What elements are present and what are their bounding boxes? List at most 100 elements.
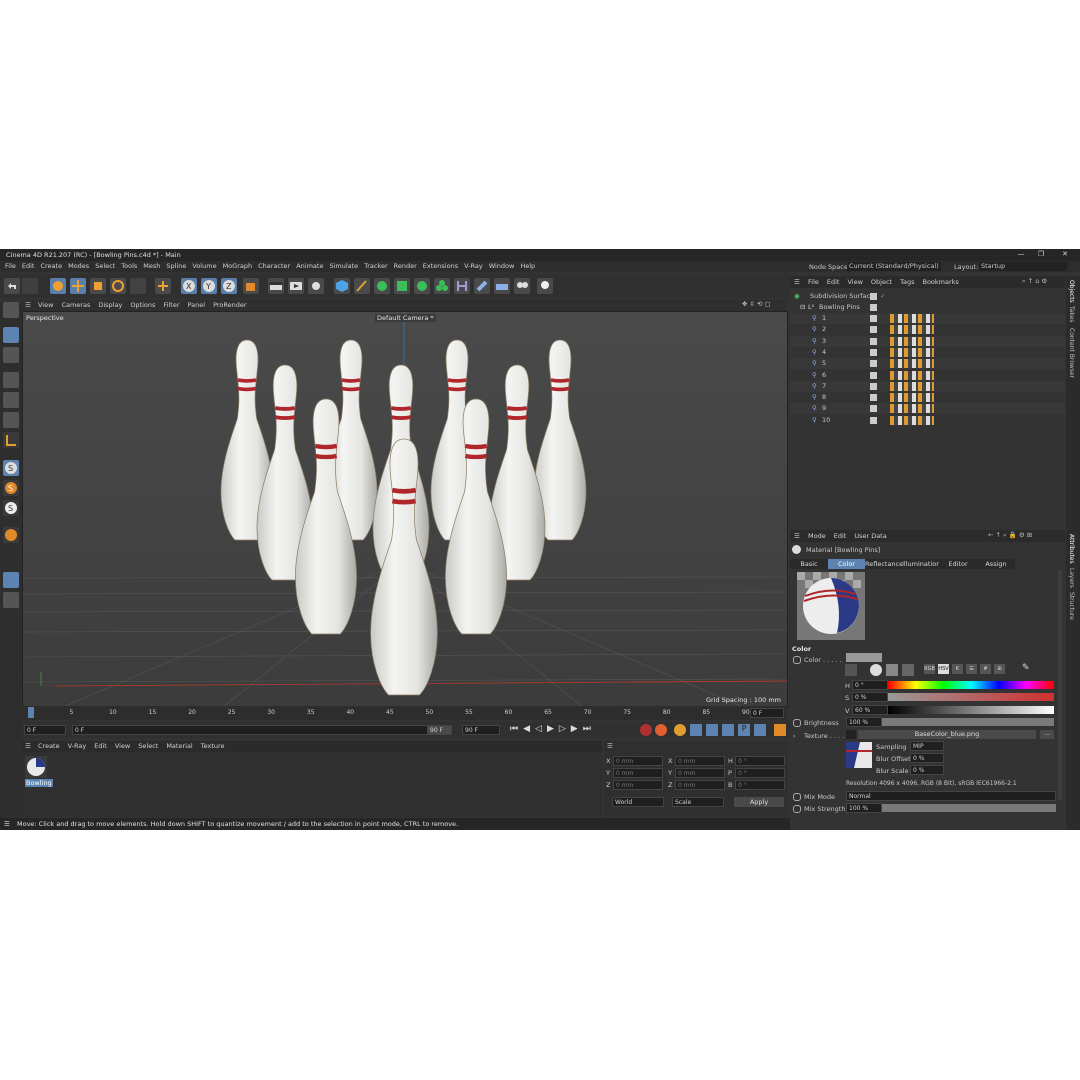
mix-strength-field[interactable]: 100 %: [846, 803, 882, 813]
viewport-menu-filter[interactable]: Filter: [159, 300, 183, 311]
close-button[interactable]: ✕: [1056, 250, 1074, 260]
menu-animate[interactable]: Animate: [293, 261, 326, 272]
keyframe-selection-icon[interactable]: [674, 724, 686, 736]
move-icon[interactable]: [70, 278, 86, 294]
z-axis-lock-icon[interactable]: Z: [221, 278, 237, 294]
workplane-icon[interactable]: [3, 572, 19, 588]
material-tags[interactable]: [890, 359, 934, 369]
object-row-pin[interactable]: ⚲ 4: [790, 347, 1065, 358]
coord-value-field[interactable]: 0 mm: [613, 768, 663, 778]
y-axis-lock-icon[interactable]: Y: [201, 278, 217, 294]
coord-value-field[interactable]: 0 mm: [675, 768, 725, 778]
bowling-pins-group[interactable]: [220, 339, 587, 696]
color-mode-button[interactable]: RGB: [924, 664, 935, 674]
s-field[interactable]: 0 %: [852, 692, 888, 702]
material-menu-view[interactable]: View: [111, 741, 134, 752]
key-position-icon[interactable]: [690, 724, 702, 736]
enabled-check-icon[interactable]: ✓: [880, 291, 885, 302]
om-menu-icon[interactable]: ☰: [794, 278, 800, 286]
coord-size-select[interactable]: Scale: [672, 797, 724, 807]
redo-button[interactable]: [22, 278, 38, 294]
end-frame-field[interactable]: 90 F: [462, 725, 500, 735]
coord-value-field[interactable]: 0 °: [735, 768, 785, 778]
material-tags[interactable]: [890, 325, 934, 335]
material-menu-v-ray[interactable]: V-Ray: [64, 741, 91, 752]
coord-value-field[interactable]: 0 mm: [613, 780, 663, 790]
texture-file-button[interactable]: BaseColor_blue.png: [858, 730, 1036, 739]
coord-value-field[interactable]: 0 °: [735, 780, 785, 790]
tab-reflectance[interactable]: Reflectance: [865, 559, 903, 569]
attributes-scrollbar[interactable]: [1058, 570, 1062, 800]
brightness-animate-dot[interactable]: [793, 719, 801, 727]
color-animate-dot[interactable]: [793, 656, 801, 664]
color-mode-button[interactable]: #: [980, 664, 991, 674]
tab-illumination[interactable]: Illumination: [902, 559, 940, 569]
blur-scale-field[interactable]: 0 %: [910, 765, 944, 775]
visibility-toggle[interactable]: [870, 405, 877, 413]
key-scale-icon[interactable]: [706, 724, 718, 736]
camera-label[interactable]: Default Camera *: [375, 314, 436, 322]
color-mode-button[interactable]: K: [952, 664, 963, 674]
viewport-navigation-icons[interactable]: ✥ ⇳ ⟲ ▢: [742, 300, 771, 308]
timeline-window-icon[interactable]: [774, 724, 786, 736]
render-picture-viewer-icon[interactable]: [288, 278, 304, 294]
tab-assign[interactable]: Assign: [977, 559, 1015, 569]
visibility-toggle[interactable]: [870, 394, 877, 402]
key-rotation-icon[interactable]: [722, 724, 734, 736]
material-name[interactable]: Bowling: [25, 779, 53, 787]
locked-workplane-icon[interactable]: [3, 592, 19, 608]
visibility-toggle[interactable]: [870, 416, 877, 424]
om-search-icon[interactable]: ⌕ ↑ ⌂ ⚙: [1022, 277, 1047, 286]
visibility-toggle[interactable]: [870, 304, 877, 311]
visibility-toggle[interactable]: [870, 348, 877, 356]
material-menu-material[interactable]: Material: [162, 741, 196, 752]
key-pla-icon[interactable]: [754, 724, 766, 736]
material-tags[interactable]: [890, 347, 934, 357]
expand-icon[interactable]: ⊟: [800, 302, 805, 313]
om-menu-edit[interactable]: Edit: [823, 277, 844, 288]
object-row-pin[interactable]: ⚲ 8: [790, 392, 1065, 403]
camera-icon[interactable]: [514, 278, 530, 294]
floor-icon[interactable]: [494, 278, 510, 294]
coord-value-field[interactable]: 0 mm: [675, 780, 725, 790]
snap-icon[interactable]: S: [3, 460, 19, 476]
material-menu-icon[interactable]: ☰: [25, 742, 31, 750]
menu-file[interactable]: File: [2, 261, 19, 272]
menu-character[interactable]: Character: [255, 261, 293, 272]
h-slider[interactable]: [888, 681, 1054, 689]
om-menu-object[interactable]: Object: [867, 277, 896, 288]
color-spectrum-icon[interactable]: [870, 664, 882, 676]
rotate-icon[interactable]: [110, 278, 126, 294]
generator-icon[interactable]: [394, 278, 410, 294]
start-frame-field[interactable]: 0 F: [24, 725, 66, 735]
object-row-pin[interactable]: ⚲ 7: [790, 380, 1065, 392]
playhead-marker[interactable]: [28, 707, 34, 718]
coordinate-system-icon[interactable]: [243, 278, 259, 294]
texture-expand-icon[interactable]: ›: [793, 732, 796, 740]
material-thumbnail[interactable]: [25, 756, 47, 778]
object-row-pin[interactable]: ⚲ 5: [790, 358, 1065, 370]
menu-modes[interactable]: Modes: [65, 261, 92, 272]
cube-icon[interactable]: [334, 278, 350, 294]
current-frame-field[interactable]: 0 F: [750, 708, 784, 718]
menu-help[interactable]: Help: [517, 261, 538, 272]
tab-attributes[interactable]: Attributes: [1068, 534, 1075, 564]
om-menu-file[interactable]: File: [804, 277, 823, 288]
pen-spline-icon[interactable]: [354, 278, 370, 294]
visibility-toggle[interactable]: [870, 382, 877, 390]
tab-color[interactable]: Color: [828, 559, 865, 569]
color-mode-button[interactable]: ☰: [966, 664, 977, 674]
points-mode-icon[interactable]: [3, 372, 19, 388]
menu-select[interactable]: Select: [92, 261, 118, 272]
polygons-mode-icon[interactable]: [3, 412, 19, 428]
coord-value-field[interactable]: 0 °: [735, 756, 785, 766]
viewport-menu-icon[interactable]: ☰: [25, 301, 31, 309]
material-menu-create[interactable]: Create: [34, 741, 64, 752]
visibility-toggle[interactable]: [870, 360, 877, 368]
material-tags[interactable]: [890, 314, 934, 323]
om-menu-tags[interactable]: Tags: [896, 277, 918, 288]
material-tags[interactable]: [890, 393, 934, 403]
menu-v-ray[interactable]: V-Ray: [461, 261, 486, 272]
menu-mesh[interactable]: Mesh: [140, 261, 163, 272]
mix-mode-select[interactable]: Normal: [846, 791, 1056, 801]
